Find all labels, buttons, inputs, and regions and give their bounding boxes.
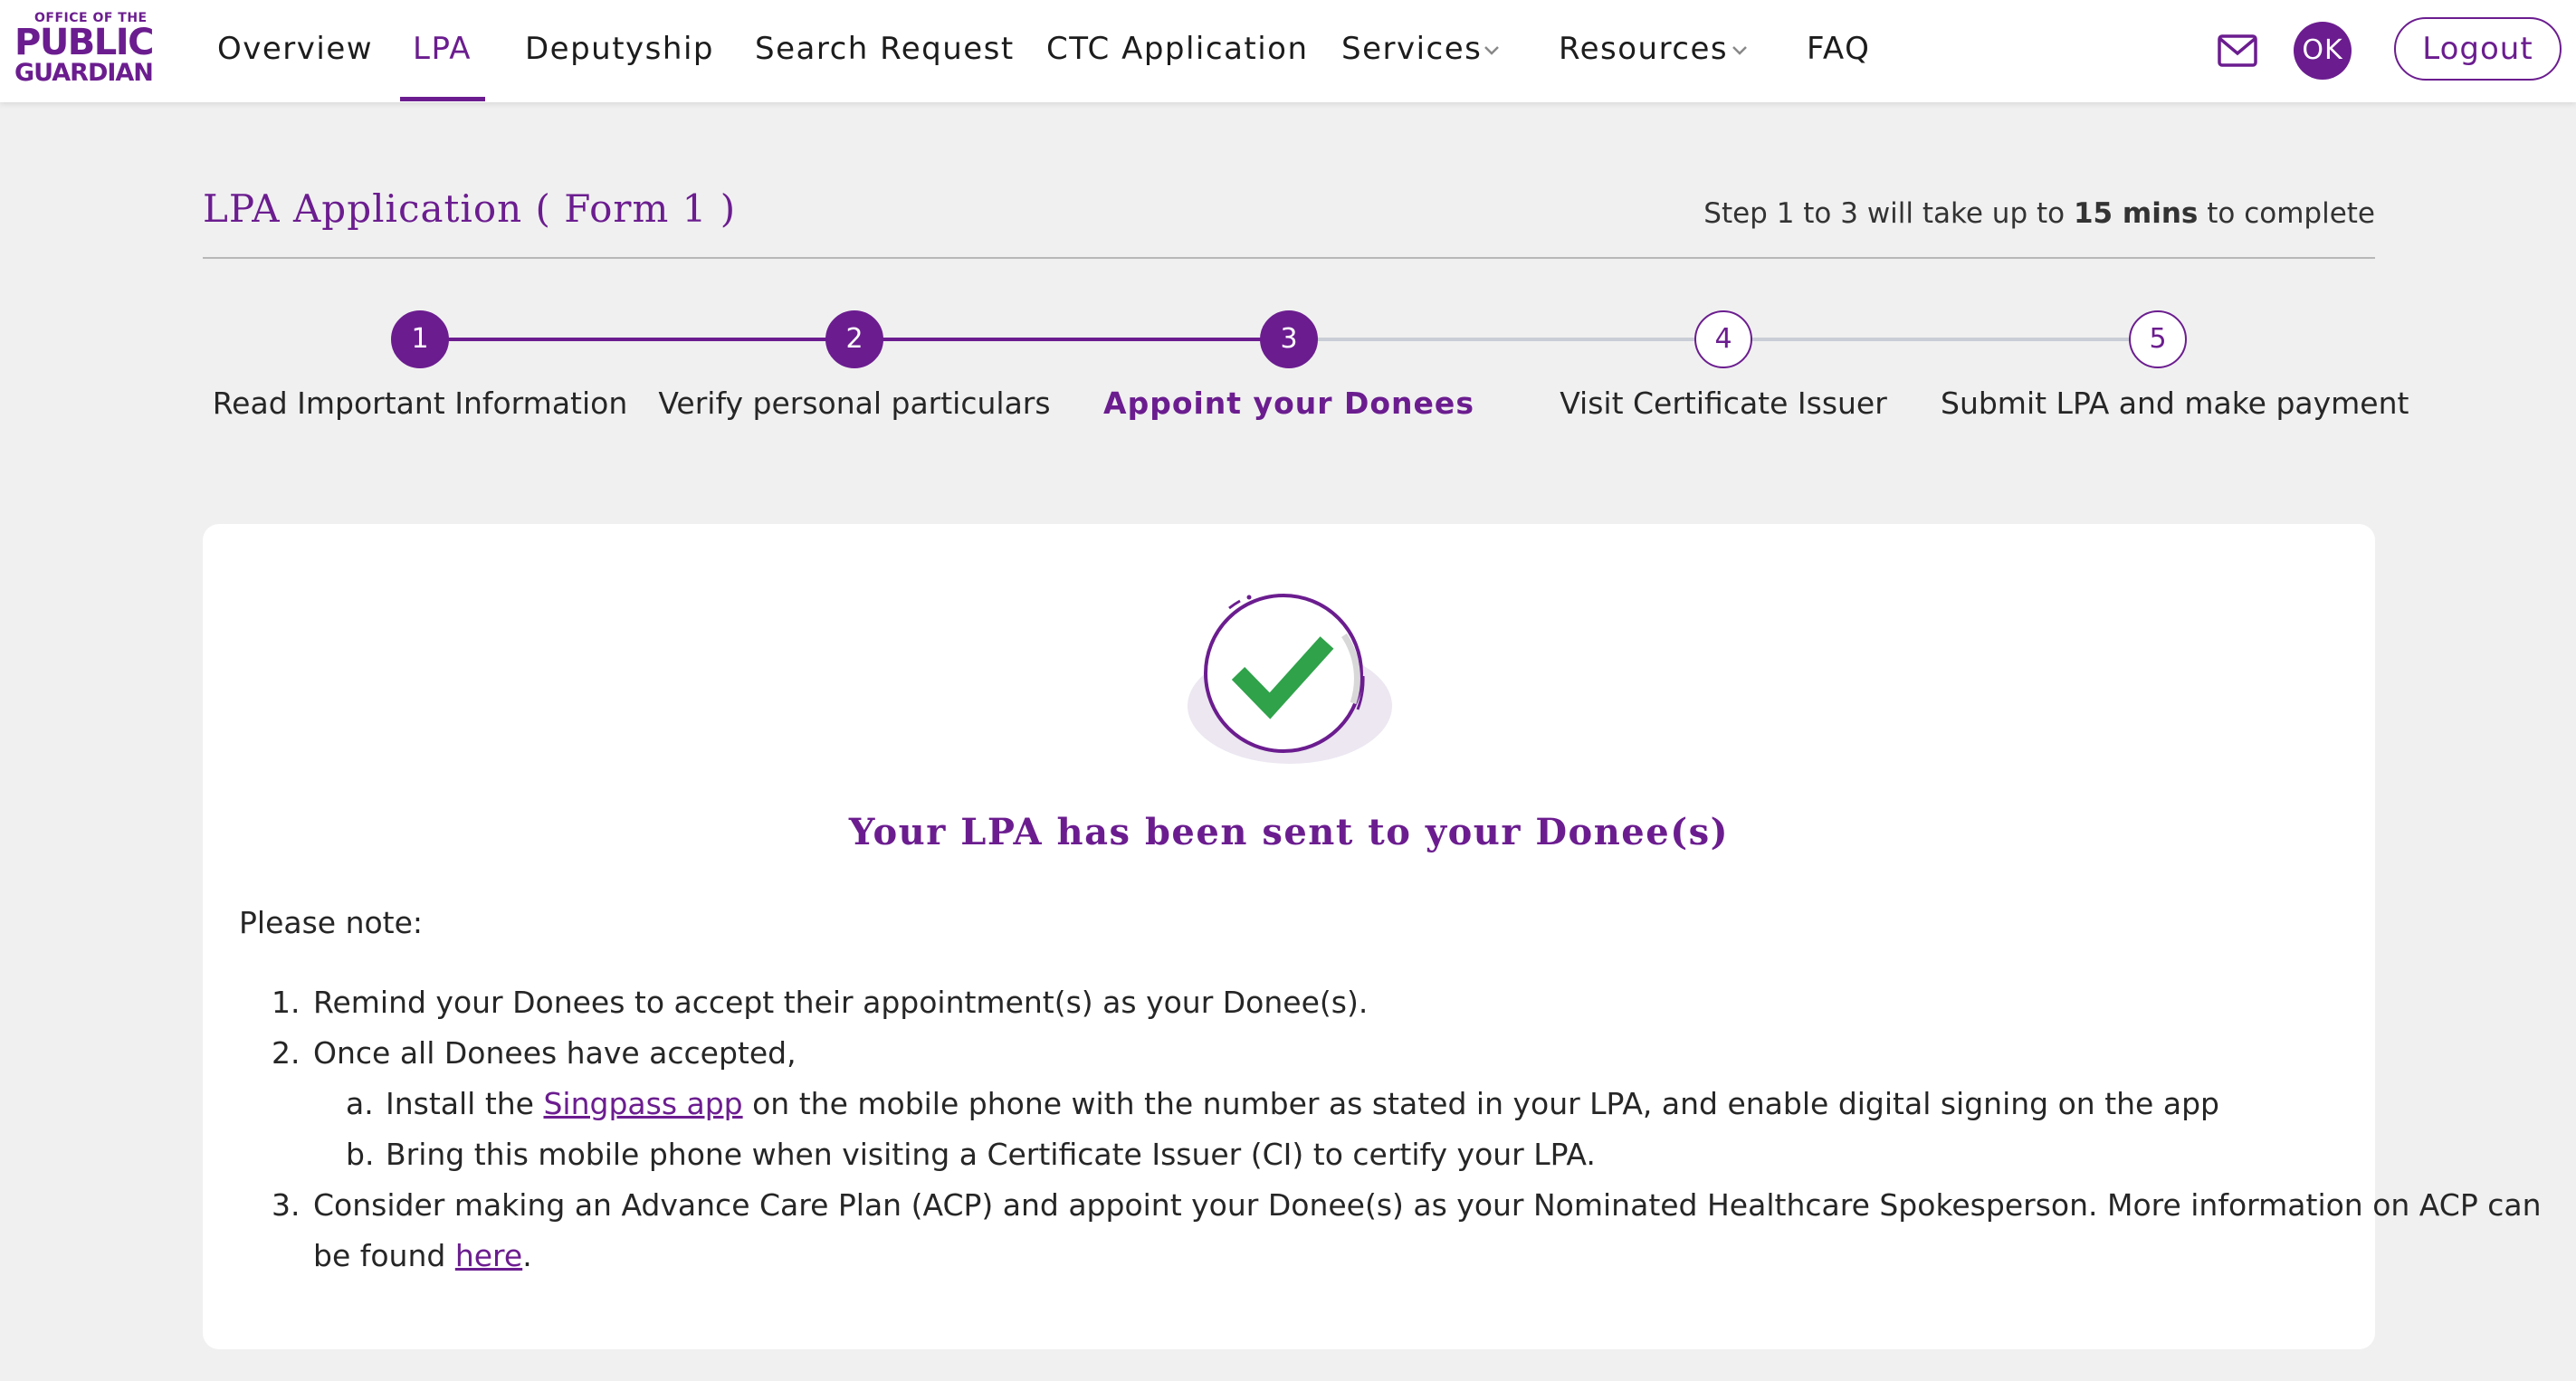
note-item-3-text-line1: Consider making an Advance Care Plan (AC… bbox=[313, 1187, 2542, 1223]
time-estimate: Step 1 to 3 will take up to 15 mins to c… bbox=[1703, 197, 2375, 230]
logo-line-2: PUBLIC bbox=[14, 22, 155, 63]
note-item-2-number: 2. bbox=[272, 1035, 301, 1071]
nav-item-resources[interactable]: Resources bbox=[1559, 0, 1728, 102]
step-4-circle: 4 bbox=[1694, 310, 1752, 368]
note-item-3: 3. Consider making an Advance Care Plan … bbox=[272, 1187, 2542, 1223]
step-1-circle: 1 bbox=[391, 310, 449, 368]
logo-line-3: GUARDIAN bbox=[14, 59, 154, 87]
logout-button[interactable]: Logout bbox=[2394, 17, 2562, 81]
note-item-1: 1. Remind your Donees to accept their ap… bbox=[272, 985, 1369, 1020]
note-item-2: 2. Once all Donees have accepted, bbox=[272, 1035, 797, 1071]
step-2-label: Verify personal particulars bbox=[658, 386, 1051, 421]
step-5-circle: 5 bbox=[2129, 310, 2187, 368]
step-2-circle: 2 bbox=[825, 310, 883, 368]
nav-item-search-request[interactable]: Search Request bbox=[755, 0, 1015, 102]
note-intro: Please note: bbox=[239, 905, 424, 940]
note-item-2a: a. Install the Singpass app on the mobil… bbox=[346, 1086, 2219, 1121]
step-1-label: Read Important Information bbox=[212, 386, 628, 421]
time-estimate-prefix: Step 1 to 3 will take up to bbox=[1703, 197, 2066, 230]
note-item-2b: b. Bring this mobile phone when visiting… bbox=[346, 1137, 1596, 1172]
user-avatar[interactable]: OK bbox=[2294, 22, 2352, 80]
nav-item-faq[interactable]: FAQ bbox=[1807, 0, 1870, 102]
mail-icon[interactable] bbox=[2218, 34, 2257, 67]
note-item-2a-suffix: on the mobile phone with the number as s… bbox=[742, 1086, 2219, 1121]
acp-here-link[interactable]: here bbox=[455, 1238, 522, 1273]
note-item-2a-letter: a. bbox=[346, 1086, 374, 1121]
note-item-1-number: 1. bbox=[272, 985, 301, 1020]
resources-chevron-down-icon[interactable] bbox=[1731, 42, 1749, 60]
nav-item-ctc-application[interactable]: CTC Application bbox=[1046, 0, 1309, 102]
note-item-3-line2-prefix: be found bbox=[313, 1238, 455, 1273]
step-4-label: Visit Certificate Issuer bbox=[1560, 386, 1887, 421]
step-5-label: Submit LPA and make payment bbox=[1941, 386, 2409, 421]
note-item-2b-text: Bring this mobile phone when visiting a … bbox=[386, 1137, 1596, 1172]
confirmation-heading: Your LPA has been sent to your Donee(s) bbox=[848, 811, 1730, 853]
note-item-1-text: Remind your Donees to accept their appoi… bbox=[313, 985, 1369, 1020]
public-guardian-logo[interactable]: OFFICE OF THE PUBLIC GUARDIAN bbox=[14, 9, 155, 90]
note-item-3-continued: be found here. bbox=[313, 1238, 532, 1273]
nav-item-overview[interactable]: Overview bbox=[217, 0, 373, 102]
step-3-label: Appoint your Donees bbox=[1103, 386, 1474, 421]
note-item-2-text: Once all Donees have accepted, bbox=[313, 1035, 797, 1071]
title-divider bbox=[203, 257, 2375, 259]
top-navigation-bar: OFFICE OF THE PUBLIC GUARDIAN Overview L… bbox=[0, 0, 2576, 102]
note-item-2a-prefix: Install the bbox=[386, 1086, 544, 1121]
services-chevron-down-icon[interactable] bbox=[1483, 42, 1501, 60]
nav-item-deputyship[interactable]: Deputyship bbox=[525, 0, 714, 102]
step-3-circle: 3 bbox=[1260, 310, 1318, 368]
note-item-3-line2-suffix: . bbox=[522, 1238, 532, 1273]
success-check-icon bbox=[1188, 594, 1392, 764]
singpass-app-link[interactable]: Singpass app bbox=[543, 1086, 742, 1121]
time-estimate-suffix: to complete bbox=[2207, 197, 2375, 230]
time-estimate-duration: 15 mins bbox=[2073, 197, 2199, 230]
active-nav-indicator bbox=[400, 97, 485, 101]
nav-item-services[interactable]: Services bbox=[1341, 0, 1482, 102]
note-item-2b-letter: b. bbox=[346, 1137, 375, 1172]
note-item-3-number: 3. bbox=[272, 1187, 301, 1223]
page-title: LPA Application ( Form 1 ) bbox=[203, 186, 737, 231]
nav-item-lpa[interactable]: LPA bbox=[413, 0, 472, 102]
